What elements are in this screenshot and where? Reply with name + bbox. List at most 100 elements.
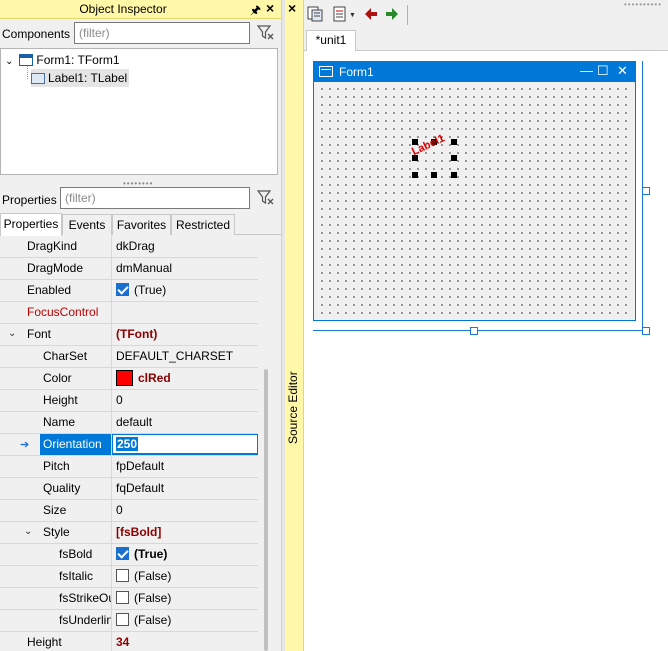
- property-value-editor[interactable]: 250: [112, 434, 258, 455]
- property-row[interactable]: Quality fqDefault: [0, 478, 258, 500]
- property-row[interactable]: FocusControl: [0, 302, 258, 324]
- form-resize-border-bottom: [313, 330, 643, 331]
- property-value[interactable]: fpDefault: [112, 456, 258, 477]
- clear-filter-icon[interactable]: [257, 190, 275, 206]
- form1-client-area[interactable]: [316, 83, 633, 319]
- close-icon[interactable]: ×: [266, 0, 274, 16]
- form1-titlebar[interactable]: Form1 — ☐ ✕: [314, 62, 635, 82]
- tab-unit1[interactable]: *unit1: [306, 30, 356, 52]
- property-row[interactable]: Enabled (True): [0, 280, 258, 302]
- designer-toolbar: ▼ ••••••••••: [304, 0, 668, 30]
- toolbar-separator: [407, 5, 408, 25]
- checkbox[interactable]: [116, 613, 129, 626]
- arrow-right-icon[interactable]: [384, 6, 400, 22]
- view-units-icon[interactable]: [331, 6, 347, 22]
- tab-events[interactable]: Events: [62, 214, 112, 235]
- property-row[interactable]: ⌄ Font (TFont): [0, 324, 258, 346]
- property-row[interactable]: fsStrikeOut (False): [0, 588, 258, 610]
- property-name: Height: [24, 632, 112, 651]
- pin-icon[interactable]: 🖈: [250, 1, 261, 22]
- property-row[interactable]: CharSet DEFAULT_CHARSET: [0, 346, 258, 368]
- chevron-down-icon[interactable]: ⌄: [8, 328, 16, 339]
- selection-handle[interactable]: [451, 139, 457, 145]
- close-icon[interactable]: ×: [288, 0, 296, 16]
- object-inspector-panel: Object Inspector 🖈 × Components (filter)…: [0, 0, 281, 651]
- tree-node-label1[interactable]: Label1: TLabel: [31, 69, 130, 87]
- properties-label: Properties: [2, 193, 57, 207]
- property-name: fsBold: [56, 544, 112, 565]
- maximize-icon[interactable]: ☐: [597, 63, 609, 79]
- property-row[interactable]: Size 0: [0, 500, 258, 522]
- property-value[interactable]: (True): [112, 280, 258, 301]
- property-value[interactable]: DEFAULT_CHARSET: [112, 346, 258, 367]
- property-row[interactable]: DragKind dkDrag: [0, 236, 258, 258]
- property-value[interactable]: (TFont): [112, 324, 258, 345]
- components-filter-input[interactable]: (filter): [74, 22, 250, 44]
- checkbox[interactable]: [116, 283, 129, 296]
- arrow-left-icon[interactable]: [363, 6, 379, 22]
- property-row[interactable]: Color clRed: [0, 368, 258, 390]
- property-value[interactable]: dmManual: [112, 258, 258, 279]
- property-value[interactable]: 0: [112, 500, 258, 521]
- selection-handle[interactable]: [431, 172, 437, 178]
- toggle-form-unit-icon[interactable]: [307, 6, 323, 22]
- toolbar-grip: ••••••••••: [624, 0, 663, 9]
- property-name: Size: [40, 500, 112, 521]
- chevron-down-icon[interactable]: ⌄: [24, 526, 32, 537]
- resize-handle-bottom[interactable]: [470, 327, 478, 335]
- property-row[interactable]: Name default: [0, 412, 258, 434]
- property-row[interactable]: fsUnderline (False): [0, 610, 258, 632]
- tab-restricted[interactable]: Restricted: [171, 214, 235, 235]
- property-name: DragMode: [24, 258, 112, 279]
- vertical-scrollbar[interactable]: [264, 369, 268, 651]
- arrow-right-icon: ➔: [20, 439, 30, 451]
- color-swatch: [116, 370, 133, 386]
- clear-filter-icon[interactable]: [257, 25, 275, 41]
- property-row-selected[interactable]: ➔ Orientation 250: [0, 434, 258, 456]
- property-value[interactable]: (True): [112, 544, 258, 565]
- form1-designer-window[interactable]: Form1 — ☐ ✕: [313, 61, 636, 321]
- property-name: Name: [40, 412, 112, 433]
- property-value[interactable]: [112, 302, 258, 323]
- close-icon[interactable]: ✕: [617, 63, 628, 79]
- selection-handle[interactable]: [412, 172, 418, 178]
- property-row[interactable]: DragMode dmManual: [0, 258, 258, 280]
- property-row[interactable]: fsBold (True): [0, 544, 258, 566]
- chevron-down-icon[interactable]: ⌄: [5, 56, 13, 67]
- selection-handle[interactable]: [451, 155, 457, 161]
- checkbox[interactable]: [116, 591, 129, 604]
- resize-handle-corner[interactable]: [642, 327, 650, 335]
- property-row[interactable]: fsItalic (False): [0, 566, 258, 588]
- property-value[interactable]: (False): [112, 588, 258, 609]
- property-name: Orientation: [40, 434, 112, 455]
- property-row[interactable]: Height 0: [0, 390, 258, 412]
- property-row[interactable]: Pitch fpDefault: [0, 456, 258, 478]
- property-value[interactable]: [fsBold]: [112, 522, 258, 543]
- resize-handle-right[interactable]: [642, 187, 650, 195]
- checkbox[interactable]: [116, 547, 129, 560]
- property-value[interactable]: clRed: [112, 368, 258, 389]
- property-row[interactable]: ⌄ Style [fsBold]: [0, 522, 258, 544]
- tree-node-form1[interactable]: ⌄ Form1: TForm1: [5, 51, 120, 69]
- property-value[interactable]: 34: [112, 632, 258, 651]
- selection-handle[interactable]: [451, 172, 457, 178]
- tab-favorites[interactable]: Favorites: [112, 214, 171, 235]
- property-name: CharSet: [40, 346, 112, 367]
- property-name: Enabled: [24, 280, 112, 301]
- property-value[interactable]: (False): [112, 610, 258, 631]
- minimize-icon[interactable]: —: [580, 63, 593, 78]
- property-name: Height: [40, 390, 112, 411]
- checkbox[interactable]: [116, 569, 129, 582]
- property-value[interactable]: dkDrag: [112, 236, 258, 257]
- property-value[interactable]: fqDefault: [112, 478, 258, 499]
- property-name: fsStrikeOut: [56, 588, 112, 609]
- property-name: Pitch: [40, 456, 112, 477]
- tab-properties[interactable]: Properties: [0, 213, 62, 236]
- property-value[interactable]: default: [112, 412, 258, 433]
- property-row[interactable]: Height 34: [0, 632, 258, 651]
- chevron-down-icon[interactable]: ▼: [349, 12, 356, 19]
- property-value[interactable]: 0: [112, 390, 258, 411]
- property-value[interactable]: (False): [112, 566, 258, 587]
- property-name: Style: [40, 522, 112, 543]
- properties-filter-input[interactable]: (filter): [60, 187, 250, 209]
